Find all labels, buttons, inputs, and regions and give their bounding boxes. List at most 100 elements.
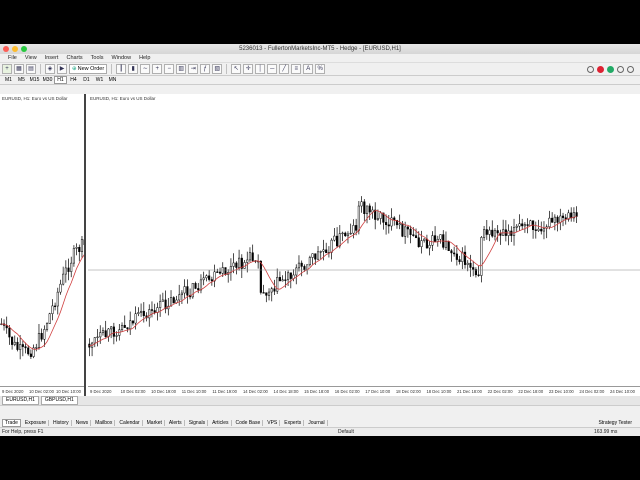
candle-body — [278, 277, 281, 282]
tab-trade[interactable]: Trade — [2, 418, 21, 427]
algo-trading-icon[interactable]: ▶ — [57, 64, 67, 74]
new-order-button[interactable]: ⊕ New Order — [69, 64, 108, 74]
candle-body — [48, 313, 51, 324]
candle-body — [295, 267, 298, 276]
tf-m1[interactable]: M1 — [2, 77, 15, 83]
tab-market[interactable]: Market — [145, 419, 165, 426]
cursor-icon[interactable]: ↖ — [231, 64, 242, 74]
tab-signals[interactable]: Signals — [187, 419, 209, 426]
menu-view[interactable]: View — [25, 55, 37, 61]
vps-icon[interactable] — [607, 65, 614, 73]
tab-journal[interactable]: Journal — [306, 419, 328, 426]
candlestick-icon[interactable]: ▮ — [128, 64, 139, 74]
tab-calendar[interactable]: Calendar — [117, 419, 143, 426]
window-controls — [3, 46, 27, 52]
shapes-icon[interactable]: % — [315, 64, 326, 74]
chart-window-right[interactable]: EURUSD, H1: Euro vs US Dollar 9 Dec 2020… — [88, 94, 640, 396]
tf-m5[interactable]: M5 — [15, 77, 28, 83]
candle-body — [431, 235, 434, 246]
crosshair-icon[interactable]: ✛ — [243, 64, 254, 74]
tile-windows-icon[interactable]: ▥ — [176, 64, 187, 74]
time-axis-label: 23 Dec 10:00 — [548, 389, 574, 394]
tf-m30[interactable]: M30 — [41, 77, 54, 83]
candle-body — [319, 251, 322, 253]
chart-tab-eurusd[interactable]: EURUSD,H1 — [2, 396, 39, 405]
menu-file[interactable]: File — [8, 55, 17, 61]
community-icon[interactable] — [617, 65, 624, 73]
candle-body — [548, 217, 551, 228]
candle-body — [156, 307, 159, 313]
candle-body — [406, 226, 409, 230]
tab-articles[interactable]: Articles — [210, 419, 232, 426]
candle-body — [232, 262, 235, 267]
candle-body — [161, 299, 164, 302]
zoom-out-icon[interactable]: − — [164, 64, 175, 74]
tab-mailbox[interactable]: Mailbox — [93, 419, 116, 426]
candle-body — [322, 249, 325, 252]
chart-tab-gbpusd[interactable]: GBPUSD,H1 — [40, 396, 78, 405]
chart-shift-icon[interactable]: ⇥ — [188, 64, 199, 74]
menu-tools[interactable]: Tools — [91, 55, 104, 61]
tf-mn[interactable]: MN — [106, 77, 119, 83]
templates-icon[interactable]: ▧ — [212, 64, 223, 74]
candle-body — [80, 239, 84, 252]
tf-h1[interactable]: H1 — [54, 76, 67, 84]
candle-body — [287, 272, 290, 281]
candle-body — [368, 205, 371, 213]
tf-h4[interactable]: H4 — [67, 77, 80, 83]
bar-chart-icon[interactable]: ┃ — [116, 64, 127, 74]
tf-d1[interactable]: D1 — [80, 77, 93, 83]
strategy-tester-button[interactable]: Strategy Tester — [596, 420, 640, 426]
candle-body — [78, 247, 81, 252]
indicators-icon[interactable]: ƒ — [200, 64, 211, 74]
new-chart-icon[interactable]: + — [2, 64, 12, 74]
settings-icon[interactable] — [587, 65, 594, 73]
candle-body — [259, 260, 262, 293]
candle-body — [385, 222, 388, 226]
candle-body — [251, 252, 254, 261]
candle-body — [439, 234, 442, 240]
zoom-in-icon[interactable]: + — [152, 64, 163, 74]
search-icon[interactable] — [627, 65, 634, 73]
menu-charts[interactable]: Charts — [66, 55, 82, 61]
tab-exposure[interactable]: Exposure — [23, 419, 50, 426]
profiles-icon[interactable]: ▦ — [14, 64, 24, 74]
time-axis-label: 9 Dec 2020 — [90, 389, 112, 394]
price-chart[interactable] — [0, 94, 86, 386]
horizontal-line-icon[interactable]: ─ — [267, 64, 278, 74]
line-chart-icon[interactable]: ∼ — [140, 64, 151, 74]
tab-news[interactable]: News — [74, 419, 92, 426]
candle-body — [398, 223, 401, 226]
channel-icon[interactable]: ≡ — [291, 64, 302, 74]
signals-icon[interactable] — [597, 65, 604, 73]
candle-body — [137, 312, 140, 314]
candle-body — [556, 216, 559, 223]
candle-body — [300, 262, 303, 267]
tab-vps[interactable]: VPS — [265, 419, 281, 426]
vertical-line-icon[interactable]: │ — [255, 64, 266, 74]
chart-window-left[interactable]: EURUSD, H1: Euro vs US Dollar 9 Dec 2020… — [0, 94, 86, 396]
tab-alerts[interactable]: Alerts — [167, 419, 185, 426]
menu-window[interactable]: Window — [112, 55, 132, 61]
price-chart[interactable] — [88, 94, 640, 386]
menu-help[interactable]: Help — [139, 55, 150, 61]
tab-experts[interactable]: Experts — [282, 419, 305, 426]
tf-w1[interactable]: W1 — [93, 77, 106, 83]
maximize-window-icon[interactable] — [21, 46, 27, 52]
market-watch-icon[interactable]: ▤ — [26, 64, 36, 74]
tab-code-base[interactable]: Code Base — [234, 419, 264, 426]
ide-icon[interactable]: ◈ — [45, 64, 55, 74]
close-window-icon[interactable] — [3, 46, 9, 52]
candle-body — [570, 212, 573, 219]
text-icon[interactable]: A — [303, 64, 314, 74]
candle-body — [540, 228, 543, 232]
minimize-window-icon[interactable] — [12, 46, 18, 52]
time-axis-label: 22 Dec 18:00 — [518, 389, 544, 394]
tf-m15[interactable]: M15 — [28, 77, 41, 83]
trendline-icon[interactable]: ╱ — [279, 64, 290, 74]
time-axis-label: 24 Dec 02:00 — [579, 389, 605, 394]
candle-body — [363, 201, 366, 215]
tab-history[interactable]: History — [51, 419, 72, 426]
menu-insert[interactable]: Insert — [45, 55, 59, 61]
candle-body — [37, 332, 41, 348]
